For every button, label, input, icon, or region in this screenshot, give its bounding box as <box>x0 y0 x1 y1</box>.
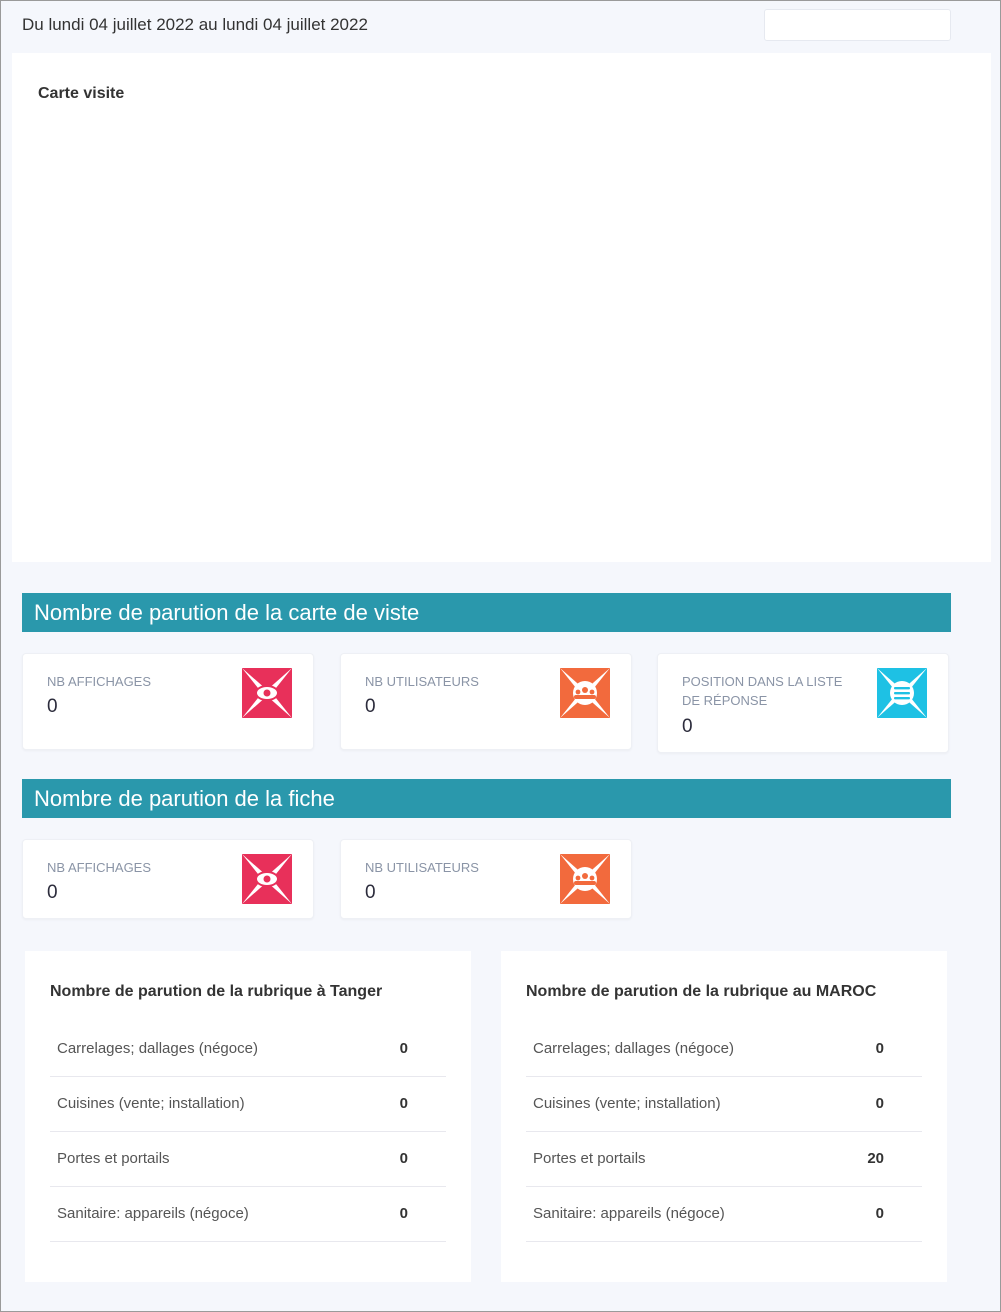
rubrique-value: 0 <box>373 1021 446 1077</box>
date-range-input[interactable] <box>764 9 951 41</box>
list-icon <box>877 668 927 718</box>
table-row: Sanitaire: appareils (négoce) 0 <box>50 1186 446 1242</box>
table-row: Portes et portails 0 <box>50 1131 446 1187</box>
eye-icon <box>242 854 292 904</box>
map-title: Carte visite <box>38 85 125 102</box>
rubrique-value: 0 <box>373 1131 446 1187</box>
table-title: Nombre de parution de la rubrique au MAR… <box>526 983 877 1000</box>
rubrique-name: Portes et portails <box>50 1131 374 1187</box>
stat-label: NB UTILISATEURS <box>365 674 479 689</box>
section-header-carte: Nombre de parution de la carte de viste <box>22 593 951 632</box>
rubrique-value: 0 <box>373 1076 446 1132</box>
stat-label: POSITION DANS LA LISTE DE RÉPONSE <box>682 674 843 708</box>
stat-card-utilisateurs: NB UTILISATEURS 0 <box>340 653 632 750</box>
date-range-label: Du lundi 04 juillet 2022 au lundi 04 jui… <box>22 15 368 34</box>
rubrique-table-maroc: Carrelages; dallages (négoce) 0 Cuisines … <box>526 1021 922 1242</box>
stat-card-affichages: NB AFFICHAGES 0 <box>22 839 314 919</box>
stat-value: 0 <box>47 882 58 903</box>
table-row: Carrelages; dallages (négoce) 0 <box>50 1021 446 1077</box>
stat-value: 0 <box>365 696 376 717</box>
section-header-fiche: Nombre de parution de la fiche <box>22 779 951 818</box>
stat-card-position: POSITION DANS LA LISTE DE RÉPONSE 0 <box>657 653 949 753</box>
rubrique-table-tanger: Carrelages; dallages (négoce) 0 Cuisines … <box>50 1021 446 1242</box>
stat-label: NB UTILISATEURS <box>365 860 479 875</box>
stat-card-utilisateurs: NB UTILISATEURS 0 <box>340 839 632 919</box>
rubrique-value: 0 <box>839 1021 922 1077</box>
rubrique-name: Portes et portails <box>526 1131 840 1187</box>
rubrique-value: 0 <box>373 1186 446 1242</box>
rubrique-name: Cuisines (vente; installation) <box>50 1076 374 1132</box>
users-icon <box>560 668 610 718</box>
stat-label: NB AFFICHAGES <box>47 674 152 689</box>
stat-label: NB AFFICHAGES <box>47 860 152 875</box>
stat-card-affichages: NB AFFICHAGES 0 <box>22 653 314 750</box>
rubrique-name: Sanitaire: appareils (négoce) <box>50 1186 374 1242</box>
rubrique-value: 20 <box>839 1131 922 1187</box>
rubrique-value: 0 <box>839 1076 922 1132</box>
table-row: Portes et portails 20 <box>526 1131 922 1187</box>
table-row: Carrelages; dallages (négoce) 0 <box>526 1021 922 1077</box>
stat-value: 0 <box>47 696 58 717</box>
rubrique-name: Cuisines (vente; installation) <box>526 1076 840 1132</box>
table-card-maroc: Nombre de parution de la rubrique au MAR… <box>501 951 947 1282</box>
rubrique-name: Carrelages; dallages (négoce) <box>526 1021 840 1077</box>
rubrique-name: Sanitaire: appareils (négoce) <box>526 1186 840 1242</box>
table-row: Sanitaire: appareils (négoce) 0 <box>526 1186 922 1242</box>
table-title: Nombre de parution de la rubrique à Tang… <box>50 983 383 1000</box>
visit-map-card: Carte visite <box>12 53 991 562</box>
stat-value: 0 <box>682 716 693 737</box>
eye-icon <box>242 668 292 718</box>
rubrique-value: 0 <box>839 1186 922 1242</box>
users-icon <box>560 854 610 904</box>
table-card-tanger: Nombre de parution de la rubrique à Tang… <box>25 951 471 1282</box>
stat-value: 0 <box>365 882 376 903</box>
rubrique-name: Carrelages; dallages (négoce) <box>50 1021 374 1077</box>
table-row: Cuisines (vente; installation) 0 <box>526 1076 922 1132</box>
table-row: Cuisines (vente; installation) 0 <box>50 1076 446 1132</box>
